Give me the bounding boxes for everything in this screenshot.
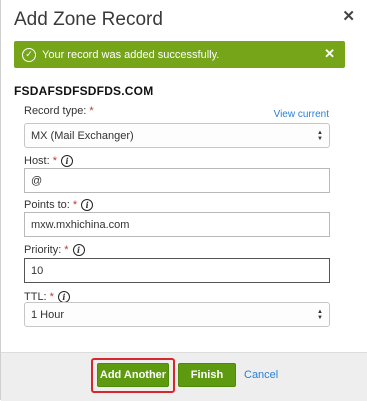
alert-close-icon[interactable]: ✕ — [324, 46, 335, 62]
record-type-label-text: Record type: — [24, 105, 87, 117]
info-icon[interactable]: i — [72, 244, 85, 256]
required-marker: * — [89, 105, 94, 117]
host-input[interactable]: @ — [24, 168, 330, 193]
points-to-input[interactable]: mxw.mxhichina.com — [24, 212, 330, 237]
points-to-value: mxw.mxhichina.com — [31, 218, 130, 231]
required-marker: * — [64, 244, 69, 256]
add-another-button[interactable]: Add Another — [97, 363, 169, 387]
record-type-value: MX (Mail Exchanger) — [31, 129, 134, 142]
alert-message: Your record was added successfully. — [42, 48, 220, 61]
host-label-text: Host: — [24, 155, 50, 167]
required-marker: * — [72, 199, 78, 211]
finish-button[interactable]: Finish — [178, 363, 236, 387]
points-to-label: Points to: * i — [24, 199, 94, 211]
dialog-title: Add Zone Record — [14, 9, 163, 30]
host-label: Host: * i — [24, 155, 73, 167]
record-type-select[interactable]: MX (Mail Exchanger) ▲ ▼ — [24, 123, 330, 148]
info-icon[interactable]: i — [60, 155, 73, 167]
cancel-link[interactable]: Cancel — [244, 369, 278, 381]
record-type-label: Record type: * — [24, 105, 94, 117]
priority-label: Priority: * i — [24, 244, 85, 256]
view-current-link[interactable]: View current — [274, 109, 329, 120]
select-arrows-icon: ▲ ▼ — [317, 130, 323, 142]
select-arrows-icon: ▲ ▼ — [317, 309, 323, 321]
priority-value: 10 — [31, 264, 44, 277]
priority-input[interactable]: 10 — [24, 258, 330, 283]
required-marker: * — [52, 155, 57, 167]
ttl-value: 1 Hour — [31, 308, 65, 321]
host-value: @ — [31, 174, 43, 187]
close-icon[interactable]: ✕ — [342, 7, 355, 25]
info-icon[interactable]: i — [81, 199, 94, 211]
priority-label-text: Priority: — [24, 244, 62, 256]
add-zone-record-dialog: Add Zone Record ✕ ✓ Your record was adde… — [0, 0, 367, 401]
points-to-label-text: Points to: — [24, 199, 70, 211]
domain-name: FSDAFSDFSDFDS.COM — [14, 84, 154, 98]
ttl-select[interactable]: 1 Hour ▲ ▼ — [24, 302, 330, 327]
success-alert: ✓ Your record was added successfully. ✕ — [14, 41, 345, 68]
check-circle-icon: ✓ — [22, 47, 36, 62]
